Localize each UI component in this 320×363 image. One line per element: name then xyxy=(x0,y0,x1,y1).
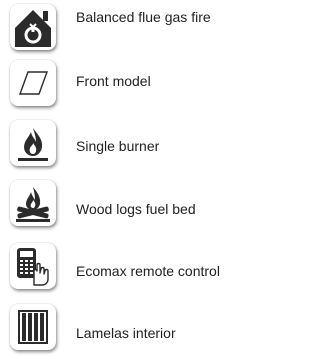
feature-item-remote-control: Ecomax remote control xyxy=(10,243,257,295)
wood-logs-fire-icon xyxy=(10,180,56,226)
lamellas-icon xyxy=(10,304,56,350)
feature-item-wood-logs: Wood logs fuel bed xyxy=(10,180,257,232)
feature-label: Ecomax remote control xyxy=(76,263,220,279)
feature-label: Lamelas interior xyxy=(76,325,176,341)
feature-label: Front model xyxy=(76,73,151,89)
house-fire-icon xyxy=(10,4,56,50)
feature-item-front-model: Front model xyxy=(10,60,257,112)
feature-item-single-burner: Single burner xyxy=(10,120,257,172)
remote-control-icon xyxy=(10,243,56,289)
front-panel-icon xyxy=(10,60,56,106)
feature-label: Wood logs fuel bed xyxy=(76,201,196,217)
flame-icon xyxy=(10,120,56,166)
feature-label: Balanced flue gas fire xyxy=(76,9,211,25)
feature-list: Balanced flue gas fire Front model Singl… xyxy=(0,0,257,363)
feature-item-balanced-flue: Balanced flue gas fire xyxy=(10,4,257,56)
feature-item-lamelas: Lamelas interior xyxy=(10,304,257,356)
feature-label: Single burner xyxy=(76,138,160,154)
